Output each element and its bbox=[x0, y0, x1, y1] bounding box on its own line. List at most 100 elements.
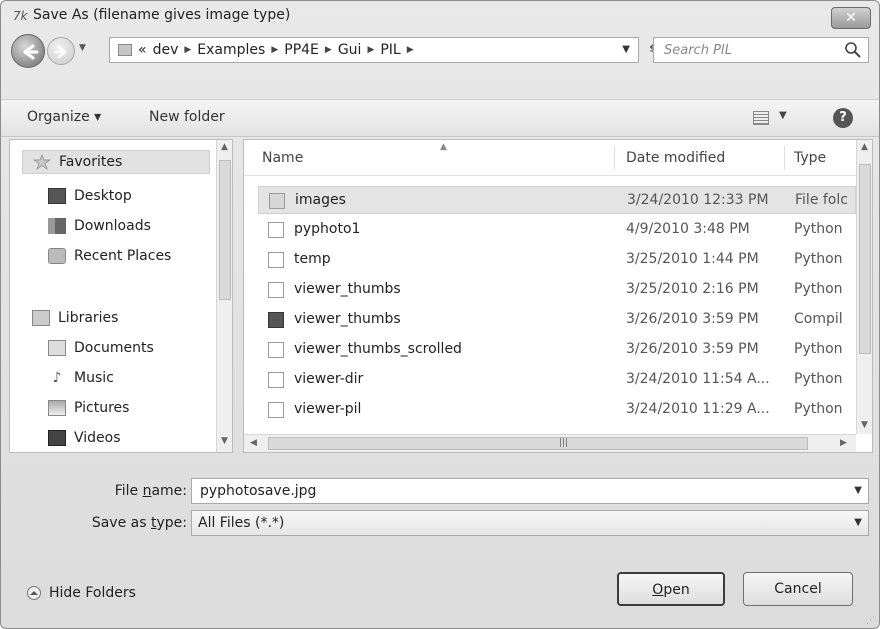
address-bar[interactable]: « dev ▶ Examples ▶ PP4E ▶ Gui ▶ PIL ▶ ▼ bbox=[109, 37, 639, 63]
scrollbar-thumb[interactable] bbox=[859, 164, 871, 354]
nav-label: Documents bbox=[74, 340, 154, 356]
nav-item-music[interactable]: ♪ Music bbox=[48, 366, 114, 390]
forward-button[interactable] bbox=[47, 37, 75, 65]
scroll-up-icon[interactable]: ▲ bbox=[221, 142, 228, 152]
python-file-icon bbox=[268, 282, 284, 298]
nav-label: Music bbox=[74, 370, 114, 386]
scrollbar-thumb[interactable] bbox=[219, 160, 231, 300]
documents-icon bbox=[48, 340, 66, 356]
column-header-type[interactable]: Type bbox=[794, 150, 826, 166]
column-header-name[interactable]: Name bbox=[262, 150, 303, 166]
file-row-viewer-pil[interactable]: viewer-pil 3/24/2010 11:29 A... Python bbox=[258, 396, 856, 424]
file-list-horizontal-scrollbar[interactable]: ◀ ||| ▶ bbox=[244, 434, 856, 452]
filename-dropdown-icon[interactable]: ▼ bbox=[854, 485, 862, 496]
desktop-icon bbox=[48, 188, 66, 204]
file-type: Python bbox=[794, 281, 843, 297]
file-name: viewer_thumbs bbox=[294, 311, 401, 327]
nav-label: Downloads bbox=[74, 218, 151, 234]
resize-grip-icon[interactable]: ⋰ bbox=[866, 616, 875, 626]
compiled-python-icon bbox=[268, 312, 284, 328]
hide-folders-label: Hide Folders bbox=[49, 585, 136, 601]
chevron-down-icon[interactable]: ▼ bbox=[854, 517, 862, 528]
python-file-icon bbox=[268, 222, 284, 238]
views-icon[interactable] bbox=[753, 111, 769, 125]
app-icon: 7k bbox=[13, 9, 28, 23]
nav-item-pictures[interactable]: Pictures bbox=[48, 396, 129, 420]
file-row-temp[interactable]: temp 3/25/2010 1:44 PM Python bbox=[258, 246, 856, 274]
title-bar: 7k Save As (filename gives image type) ✕ bbox=[1, 1, 879, 29]
cancel-button[interactable]: Cancel bbox=[743, 572, 853, 606]
file-name: viewer_thumbs bbox=[294, 281, 401, 297]
save-as-type-value: All Files (*.*) bbox=[198, 515, 285, 531]
breadcrumb-pil[interactable]: PIL bbox=[380, 42, 400, 58]
forward-arrow-icon bbox=[54, 45, 67, 59]
close-button[interactable]: ✕ bbox=[831, 7, 871, 29]
hide-folders-toggle[interactable]: Hide Folders bbox=[27, 585, 136, 601]
breadcrumb: « dev ▶ Examples ▶ PP4E ▶ Gui ▶ PIL ▶ bbox=[138, 42, 420, 58]
scrollbar-thumb[interactable]: ||| bbox=[268, 437, 808, 450]
file-type: Python bbox=[794, 341, 843, 357]
breadcrumb-examples[interactable]: Examples bbox=[197, 42, 265, 58]
file-row-images[interactable]: images 3/24/2010 12:33 PM File folc bbox=[258, 186, 856, 214]
breadcrumb-overflow[interactable]: « bbox=[138, 42, 147, 58]
file-row-viewer-thumbs-scrolled[interactable]: viewer_thumbs_scrolled 3/26/2010 3:59 PM… bbox=[258, 336, 856, 364]
filename-input[interactable] bbox=[198, 481, 807, 501]
navigation-pane[interactable]: Favorites Desktop Downloads Recent Place… bbox=[9, 139, 233, 453]
chevron-right-icon[interactable]: ▶ bbox=[271, 45, 278, 55]
recent-locations-dropdown-icon[interactable]: ▼ bbox=[79, 43, 91, 57]
file-list-vertical-scrollbar[interactable]: ▲ ▼ bbox=[856, 140, 872, 434]
chevron-right-icon[interactable]: ▶ bbox=[367, 45, 374, 55]
file-date: 3/24/2010 11:54 A... bbox=[626, 371, 770, 387]
python-file-icon bbox=[268, 252, 284, 268]
nav-label: Pictures bbox=[74, 400, 130, 416]
views-dropdown-icon[interactable]: ▼ bbox=[779, 110, 787, 121]
breadcrumb-gui[interactable]: Gui bbox=[338, 42, 362, 58]
chevron-right-icon[interactable]: ▶ bbox=[325, 45, 332, 55]
open-button[interactable]: Open bbox=[617, 572, 725, 606]
breadcrumb-pp4e[interactable]: PP4E bbox=[284, 42, 319, 58]
back-button[interactable] bbox=[11, 34, 45, 68]
file-type: Python bbox=[794, 221, 843, 237]
search-box[interactable] bbox=[653, 37, 869, 63]
address-dropdown-icon[interactable]: ▼ bbox=[622, 44, 630, 55]
column-header-date[interactable]: Date modified bbox=[626, 150, 725, 166]
column-divider[interactable] bbox=[614, 146, 615, 170]
save-as-type-select[interactable]: All Files (*.*) ▼ bbox=[191, 510, 869, 536]
file-date: 3/25/2010 2:16 PM bbox=[626, 281, 759, 297]
file-row-pyphoto1[interactable]: pyphoto1 4/9/2010 3:48 PM Python bbox=[258, 216, 856, 244]
scroll-right-icon[interactable]: ▶ bbox=[840, 438, 847, 448]
nav-item-videos[interactable]: Videos bbox=[48, 426, 121, 450]
file-type: Python bbox=[794, 371, 843, 387]
help-icon[interactable]: ? bbox=[833, 108, 853, 128]
file-row-viewer-dir[interactable]: viewer-dir 3/24/2010 11:54 A... Python bbox=[258, 366, 856, 394]
chevron-right-icon[interactable]: ▶ bbox=[407, 45, 414, 55]
search-icon[interactable] bbox=[844, 41, 862, 59]
nav-item-libraries[interactable]: Libraries bbox=[32, 306, 118, 330]
organize-button[interactable]: Organize ▾ bbox=[27, 109, 101, 125]
nav-scrollbar[interactable]: ▲ ▼ bbox=[216, 140, 232, 452]
nav-item-documents[interactable]: Documents bbox=[48, 336, 154, 360]
file-row-viewer-thumbs-compiled[interactable]: viewer_thumbs 3/26/2010 3:59 PM Compil bbox=[258, 306, 856, 334]
save-as-type-label: Save as type: bbox=[91, 515, 187, 531]
nav-item-downloads[interactable]: Downloads bbox=[48, 214, 151, 238]
nav-item-desktop[interactable]: Desktop bbox=[48, 184, 132, 208]
file-type: File folc bbox=[795, 192, 848, 208]
scroll-down-icon[interactable]: ▼ bbox=[861, 420, 868, 430]
nav-item-recent-places[interactable]: Recent Places bbox=[48, 244, 171, 268]
file-list[interactable]: ▲ Name Date modified Type images 3/24/20… bbox=[243, 139, 873, 453]
column-divider[interactable] bbox=[784, 146, 785, 170]
chevron-right-icon[interactable]: ▶ bbox=[184, 45, 191, 55]
search-input[interactable] bbox=[662, 40, 832, 60]
file-row-viewer-thumbs[interactable]: viewer_thumbs 3/25/2010 2:16 PM Python bbox=[258, 276, 856, 304]
nav-item-favorites[interactable]: Favorites bbox=[22, 150, 210, 174]
new-folder-button[interactable]: New folder bbox=[149, 109, 225, 125]
breadcrumb-dev[interactable]: dev bbox=[153, 42, 179, 58]
file-date: 3/25/2010 1:44 PM bbox=[626, 251, 759, 267]
star-icon bbox=[33, 154, 51, 170]
scroll-left-icon[interactable]: ◀ bbox=[250, 438, 257, 448]
scroll-down-icon[interactable]: ▼ bbox=[221, 436, 228, 446]
scroll-up-icon[interactable]: ▲ bbox=[861, 142, 868, 152]
file-date: 3/24/2010 12:33 PM bbox=[627, 192, 769, 208]
file-type: Python bbox=[794, 251, 843, 267]
filename-field[interactable]: ▼ bbox=[191, 478, 869, 504]
